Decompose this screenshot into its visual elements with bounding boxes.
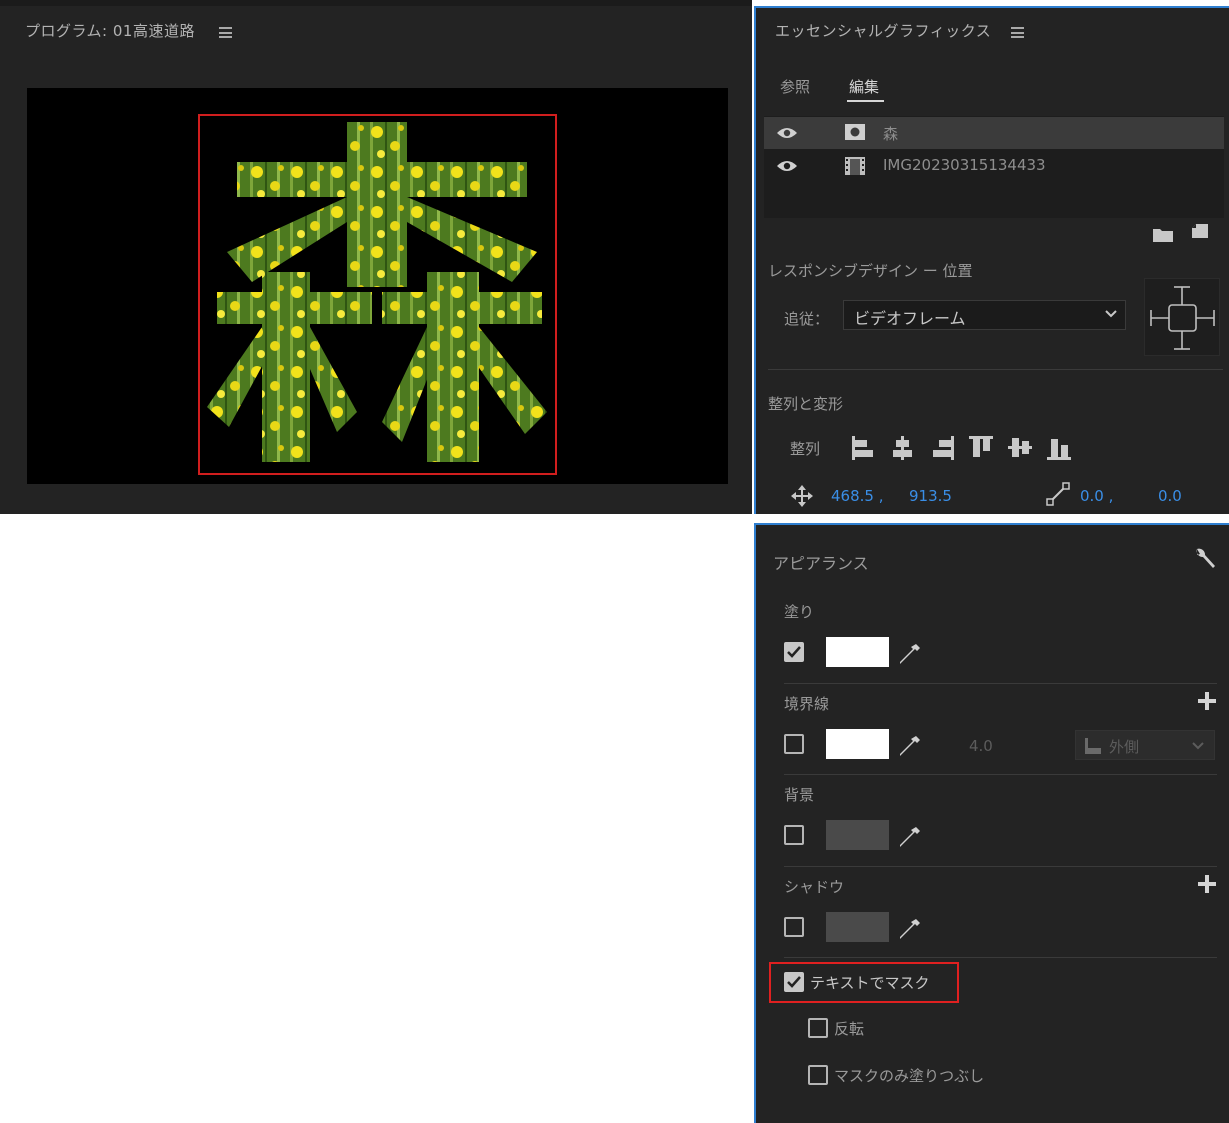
- follow-label: 追従：: [784, 310, 830, 328]
- shadow-label: シャドウ: [784, 878, 845, 896]
- stroke-position-value: 外側: [1109, 738, 1140, 756]
- video-frame[interactable]: [27, 88, 728, 484]
- anchor-x-value[interactable]: 0.0 ,: [1080, 487, 1113, 505]
- anchor-y-value[interactable]: 0.0: [1158, 487, 1182, 505]
- tab-edit[interactable]: 編集: [849, 76, 879, 97]
- essential-graphics-title: エッセンシャルグラフィックス: [775, 22, 992, 40]
- follow-dropdown-value: ビデオフレーム: [854, 309, 966, 328]
- selection-bounding-box[interactable]: [198, 114, 557, 475]
- stroke-label: 境界線: [784, 695, 830, 713]
- pin-edges-icon[interactable]: [1145, 279, 1221, 357]
- layer-list: 森 IMG20230315134433: [764, 116, 1224, 218]
- chevron-down-icon: [1192, 742, 1204, 750]
- background-checkbox[interactable]: [784, 825, 804, 845]
- background-color-swatch[interactable]: [826, 820, 889, 850]
- fill-mask-only-checkbox[interactable]: [808, 1065, 828, 1085]
- active-tab-indicator: [847, 100, 884, 102]
- align-left-icon[interactable]: [850, 434, 878, 462]
- layer-row-video[interactable]: IMG20230315134433: [764, 150, 1224, 182]
- essential-graphics-panel: エッセンシャルグラフィックス 参照 編集 森 IMG20230315134433…: [754, 6, 1229, 514]
- program-monitor-title: プログラム: 01高速道路: [25, 22, 195, 40]
- stroke-position-dropdown[interactable]: 外側: [1075, 730, 1215, 760]
- new-layer-icon[interactable]: [1192, 224, 1208, 242]
- align-label: 整列: [790, 440, 821, 458]
- eyedropper-icon[interactable]: [897, 824, 923, 850]
- eyedropper-icon[interactable]: [897, 733, 923, 759]
- appearance-title: アピアランス: [773, 554, 869, 573]
- eye-icon[interactable]: [776, 159, 798, 173]
- stroke-color-swatch[interactable]: [826, 729, 889, 759]
- eyedropper-icon[interactable]: [897, 916, 923, 942]
- layer-name: IMG20230315134433: [883, 156, 1046, 174]
- stroke-outside-icon: [1085, 738, 1101, 754]
- wrench-icon[interactable]: [1193, 547, 1217, 571]
- section-divider: [784, 683, 1217, 684]
- tab-browse[interactable]: 参照: [780, 76, 810, 97]
- checkmark-icon: [787, 646, 801, 658]
- fill-label: 塗り: [784, 603, 815, 621]
- align-right-icon[interactable]: [928, 434, 956, 462]
- fill-checkbox[interactable]: [784, 642, 804, 662]
- layer-name: 森: [883, 125, 899, 143]
- eye-icon[interactable]: [776, 126, 798, 140]
- chevron-down-icon: [1105, 310, 1117, 318]
- stroke-width-value[interactable]: 4.0: [969, 737, 993, 755]
- align-center-vertical-icon[interactable]: [1006, 434, 1034, 462]
- program-monitor-panel: プログラム: 01高速道路: [0, 0, 752, 514]
- responsive-design-label: レスポンシブデザイン ー 位置: [768, 262, 973, 280]
- follow-dropdown[interactable]: ビデオフレーム: [843, 300, 1126, 330]
- background-label: 背景: [784, 786, 815, 804]
- add-shadow-icon[interactable]: [1198, 875, 1216, 893]
- invert-checkbox[interactable]: [808, 1018, 828, 1038]
- mask-with-text-label: テキストでマスク: [810, 974, 930, 992]
- appearance-panel: アピアランス 塗り 境界線 4.0 外側 背景 シャドウ テキストでマスク 反転…: [754, 523, 1229, 1123]
- pin-to-widget[interactable]: [1144, 278, 1220, 356]
- fill-mask-only-label: マスクのみ塗りつぶし: [834, 1067, 985, 1085]
- shadow-color-swatch[interactable]: [826, 912, 889, 942]
- section-divider: [784, 957, 1217, 958]
- text-layer-icon: [845, 124, 865, 140]
- new-folder-icon[interactable]: [1153, 226, 1173, 242]
- timecode-bar: [30, 513, 720, 514]
- shadow-checkbox[interactable]: [784, 917, 804, 937]
- essential-graphics-menu-icon[interactable]: [1011, 27, 1024, 38]
- stroke-checkbox[interactable]: [784, 734, 804, 754]
- align-center-horizontal-icon[interactable]: [889, 434, 917, 462]
- program-menu-icon[interactable]: [219, 27, 232, 38]
- align-top-icon[interactable]: [967, 434, 995, 462]
- mask-with-text-checkbox[interactable]: [784, 972, 804, 992]
- eyedropper-icon[interactable]: [897, 641, 923, 667]
- add-stroke-icon[interactable]: [1198, 692, 1216, 710]
- position-x-value[interactable]: 468.5 ,: [831, 487, 883, 505]
- align-bottom-icon[interactable]: [1045, 434, 1073, 462]
- move-icon: [791, 485, 813, 507]
- align-transform-label: 整列と変形: [768, 395, 844, 413]
- layer-row-text[interactable]: 森: [764, 117, 1224, 149]
- position-y-value[interactable]: 913.5: [909, 487, 952, 505]
- checkmark-icon: [787, 976, 801, 988]
- anchor-point-icon: [1046, 482, 1070, 506]
- fill-color-swatch[interactable]: [826, 637, 889, 667]
- film-icon: [845, 157, 865, 175]
- section-divider: [784, 774, 1217, 775]
- invert-label: 反転: [834, 1020, 865, 1038]
- section-divider: [784, 866, 1217, 867]
- section-divider: [768, 369, 1223, 370]
